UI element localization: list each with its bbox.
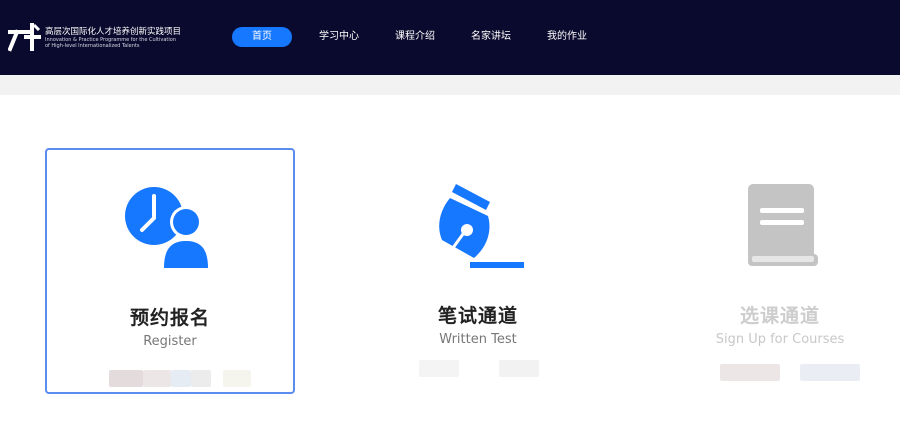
course-selection-card-title: 选课通道 (739, 305, 820, 327)
blurred-text (720, 364, 780, 381)
nav-item-lecture-forum[interactable]: 名家讲坛 (471, 27, 511, 47)
blurred-text (109, 370, 143, 387)
blurred-text (191, 370, 211, 387)
logo-mark-icon (8, 23, 41, 52)
top-navigation-bar: 高层次国际化人才培养创新实践项目 Innovation & Practice P… (0, 0, 900, 75)
register-card-subtitle: Register (143, 334, 197, 349)
blurred-text (143, 370, 171, 387)
main-nav: 首页 学习中心 课程介绍 名家讲坛 我的作业 (232, 27, 587, 47)
site-logo[interactable]: 高层次国际化人才培养创新实践项目 Innovation & Practice P… (8, 20, 228, 60)
written-test-card[interactable]: 笔试通道 Written Test (353, 148, 603, 394)
blurred-text (223, 370, 251, 387)
written-test-card-subtitle: Written Test (439, 332, 517, 347)
nav-item-home[interactable]: 首页 (232, 27, 292, 47)
logo-title: 高层次国际化人才培养创新实践项目 (45, 27, 182, 37)
course-selection-card-subtitle: Sign Up for Courses (715, 332, 845, 347)
book-icon (748, 184, 818, 266)
pen-nib-icon (439, 184, 524, 268)
nav-item-learning-center[interactable]: 学习中心 (319, 27, 359, 47)
blurred-text (499, 360, 539, 377)
logo-subtitle-line-2: of High-level Internationalized Talents (45, 43, 140, 49)
nav-item-course-intro[interactable]: 课程介绍 (395, 27, 435, 47)
register-card-title: 预约报名 (129, 307, 210, 329)
logo-text: 高层次国际化人才培养创新实践项目 Innovation & Practice P… (45, 27, 181, 49)
blurred-text (419, 360, 459, 377)
blurred-text (171, 370, 191, 387)
blurred-text (800, 364, 860, 381)
header-divider-band (0, 75, 900, 95)
register-card[interactable]: 预约报名 Register (45, 148, 295, 394)
nav-item-my-homework[interactable]: 我的作业 (547, 27, 587, 47)
course-selection-card[interactable]: 选课通道 Sign Up for Courses (655, 148, 900, 394)
register-user-clock-icon (125, 187, 212, 270)
written-test-card-title: 笔试通道 (437, 305, 518, 327)
